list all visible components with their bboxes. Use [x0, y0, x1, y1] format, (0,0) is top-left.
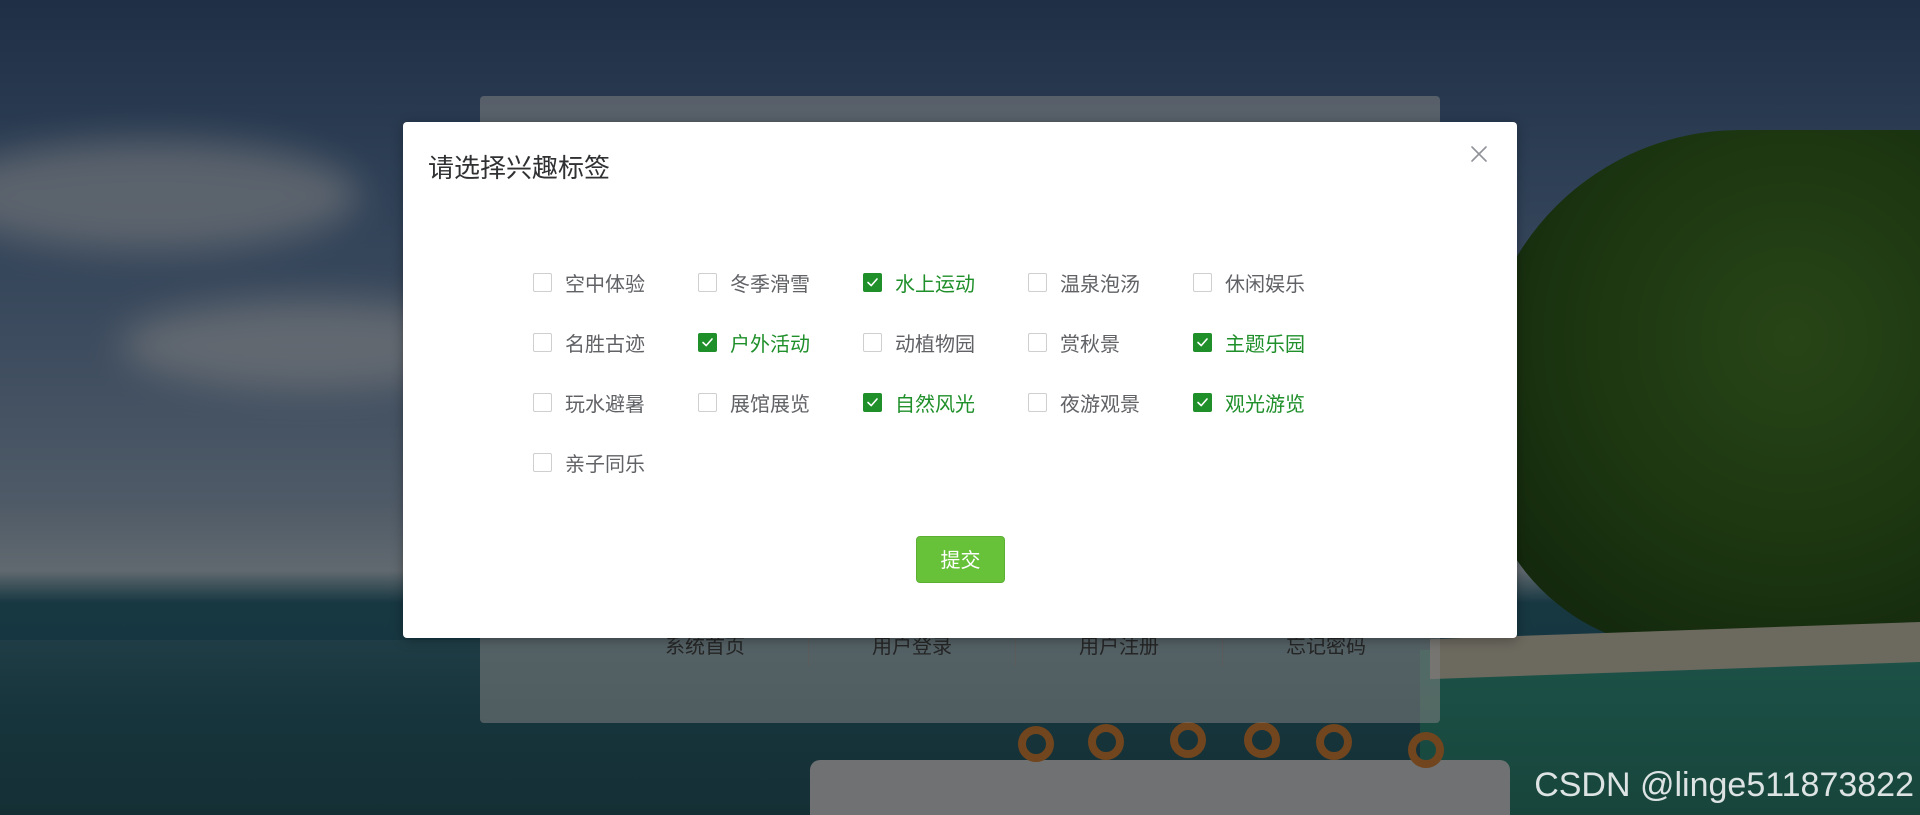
tag-label: 动植物园 [895, 331, 975, 356]
tag-checkbox[interactable]: 展馆展览 [698, 372, 863, 432]
tag-label: 冬季滑雪 [730, 271, 810, 296]
tag-checkbox[interactable]: 自然风光 [863, 372, 1028, 432]
tag-label: 亲子同乐 [565, 451, 645, 476]
tag-checkbox[interactable]: 冬季滑雪 [698, 252, 863, 312]
tag-checkbox[interactable]: 亲子同乐 [533, 432, 698, 492]
tag-label: 休闲娱乐 [1225, 271, 1305, 296]
tag-label: 玩水避暑 [565, 391, 645, 416]
checkbox[interactable] [863, 332, 882, 352]
check-icon [1197, 337, 1208, 346]
watermark: CSDN @linge511873822 [1534, 766, 1914, 804]
checkbox[interactable] [698, 272, 717, 292]
submit-button[interactable]: 提交 [916, 536, 1005, 583]
tag-label: 水上运动 [895, 271, 975, 296]
tag-checkbox[interactable]: 主题乐园 [1193, 312, 1358, 372]
checkbox[interactable] [698, 392, 717, 412]
interest-tags-dialog: 请选择兴趣标签 空中体验 冬季滑雪 水上运动 温泉泡汤 休闲娱乐名胜古迹 户外活动 动植物园… [403, 122, 1517, 638]
checkbox[interactable] [863, 392, 882, 412]
close-button[interactable] [1467, 142, 1491, 166]
check-icon [867, 397, 878, 406]
checkbox[interactable] [1193, 392, 1212, 412]
tag-checkbox[interactable]: 水上运动 [863, 252, 1028, 312]
tag-checkbox[interactable]: 户外活动 [698, 312, 863, 372]
tag-label: 观光游览 [1225, 391, 1305, 416]
checkbox[interactable] [533, 392, 552, 412]
tag-checkbox[interactable]: 温泉泡汤 [1028, 252, 1193, 312]
checkbox[interactable] [1028, 392, 1047, 412]
tag-label: 展馆展览 [730, 391, 810, 416]
checkbox[interactable] [1193, 272, 1212, 292]
checkbox[interactable] [1193, 332, 1212, 352]
tag-checkbox[interactable]: 赏秋景 [1028, 312, 1193, 372]
tag-checkbox[interactable]: 玩水避暑 [533, 372, 698, 432]
checkbox[interactable] [533, 332, 552, 352]
tag-checkbox[interactable]: 动植物园 [863, 312, 1028, 372]
tag-label: 户外活动 [730, 331, 810, 356]
tag-label: 温泉泡汤 [1060, 271, 1140, 296]
tag-checkbox[interactable]: 休闲娱乐 [1193, 252, 1358, 312]
checkbox[interactable] [863, 272, 882, 292]
tag-checkbox[interactable]: 空中体验 [533, 252, 698, 312]
checkbox[interactable] [1028, 332, 1047, 352]
tag-checkbox[interactable]: 名胜古迹 [533, 312, 698, 372]
close-icon [1467, 146, 1491, 170]
tag-label: 自然风光 [895, 391, 975, 416]
checkbox[interactable] [1028, 272, 1047, 292]
checkbox[interactable] [533, 452, 552, 472]
tag-checkbox-group: 空中体验 冬季滑雪 水上运动 温泉泡汤 休闲娱乐名胜古迹 户外活动 动植物园 赏秋景 主题乐园玩… [533, 252, 1393, 492]
checkbox[interactable] [698, 332, 717, 352]
tag-label: 夜游观景 [1060, 391, 1140, 416]
tag-label: 主题乐园 [1225, 331, 1305, 356]
checkbox[interactable] [533, 272, 552, 292]
tag-checkbox[interactable]: 夜游观景 [1028, 372, 1193, 432]
check-icon [702, 337, 713, 346]
tag-label: 空中体验 [565, 271, 645, 296]
check-icon [867, 277, 878, 286]
dialog-title: 请选择兴趣标签 [428, 154, 611, 184]
tag-checkbox[interactable]: 观光游览 [1193, 372, 1358, 432]
tag-label: 赏秋景 [1060, 331, 1120, 356]
tag-label: 名胜古迹 [565, 331, 645, 356]
check-icon [1197, 397, 1208, 406]
